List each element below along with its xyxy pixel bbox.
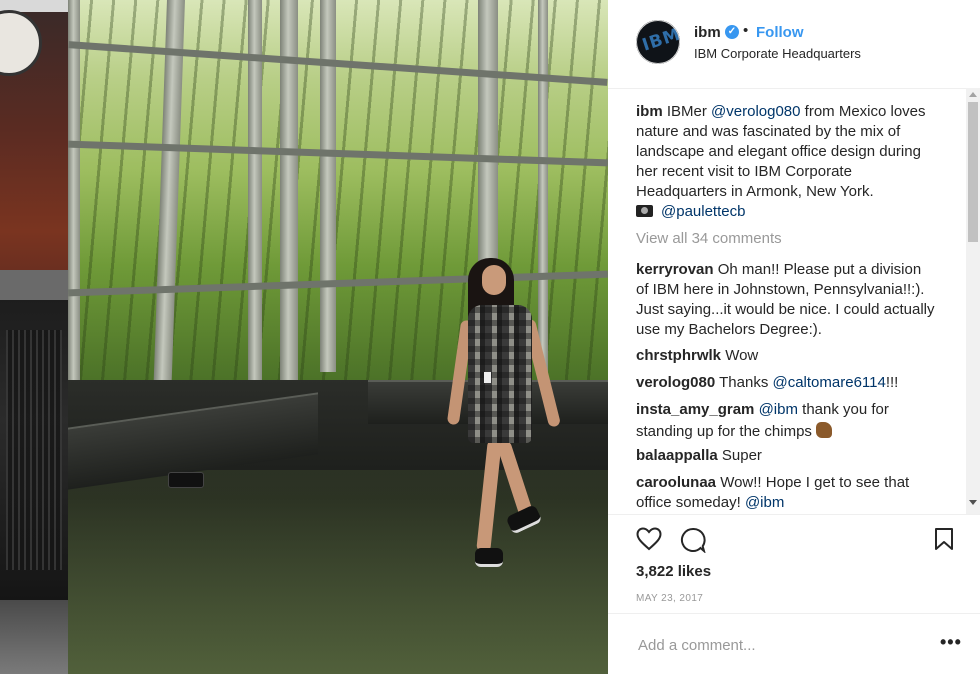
verified-badge-icon: ✓ <box>725 25 739 39</box>
comment: balaappalla Super <box>636 446 936 466</box>
post-side-panel: IBM ibm ✓ • Follow IBM Corporate Headqua… <box>608 0 980 674</box>
post-username[interactable]: ibm <box>694 24 721 41</box>
comment-icon[interactable] <box>680 527 706 558</box>
caption-mention[interactable]: @verolog080 <box>711 103 800 120</box>
comment-username[interactable]: caroolunaa <box>636 474 716 491</box>
heart-icon[interactable] <box>636 527 662 556</box>
post-actions: 3,822 likes MAY 23, 2017 ••• <box>608 514 980 674</box>
comment-mention[interactable]: @ibm <box>759 401 798 418</box>
comments-list[interactable]: ibm IBMer @verolog080 from Mexico loves … <box>608 88 966 514</box>
comment-username[interactable]: balaappalla <box>636 447 718 464</box>
avatar[interactable]: IBM <box>636 20 680 64</box>
previous-post-peek[interactable] <box>0 0 68 674</box>
comment-text: !!! <box>885 374 899 391</box>
post-date: MAY 23, 2017 <box>636 593 704 604</box>
comment: chrstphrwlk Wow <box>636 346 936 366</box>
person-dress-pattern <box>468 305 532 443</box>
separator-dot: • <box>743 22 749 39</box>
add-comment-input[interactable] <box>636 632 930 658</box>
chipmunk-emoji <box>816 422 833 438</box>
post-photo[interactable] <box>68 0 608 674</box>
camera-icon <box>636 205 653 217</box>
caption-credit-mention[interactable]: @paulettecb <box>661 203 745 220</box>
comment-mention[interactable]: @caltomare6114 <box>772 374 885 391</box>
add-comment-row: ••• <box>608 613 980 674</box>
avatar-ring <box>636 20 680 64</box>
window-mullion <box>538 0 548 380</box>
strip-machinery <box>6 330 62 570</box>
caption-username[interactable]: ibm <box>636 103 663 120</box>
person-badge <box>484 372 491 383</box>
comment-username[interactable]: chrstphrwlk <box>636 347 721 364</box>
window-mullion <box>320 0 336 372</box>
comment-username[interactable]: insta_amy_gram <box>636 401 754 418</box>
location-link[interactable]: IBM Corporate Headquarters <box>694 46 861 61</box>
person-shoe <box>475 548 503 567</box>
desk-phone <box>168 472 204 488</box>
bookmark-icon[interactable] <box>934 527 954 556</box>
scrollbar-thumb[interactable] <box>968 102 978 242</box>
comment-text: Super <box>721 447 762 464</box>
strip-bottom <box>0 600 68 674</box>
window-mullion <box>68 0 80 440</box>
caption-text: IBMer <box>666 103 712 120</box>
comment-text: Wow <box>725 347 759 364</box>
scroll-down-arrow-icon[interactable] <box>969 500 977 505</box>
comment-username[interactable]: kerryrovan <box>636 261 714 278</box>
strip-grey-band <box>0 270 68 300</box>
post-caption: ibm IBMer @verolog080 from Mexico loves … <box>636 102 936 222</box>
post-header: IBM ibm ✓ • Follow IBM Corporate Headqua… <box>608 0 980 89</box>
comment: verolog080 Thanks @caltomare6114!!! <box>636 373 936 393</box>
likes-count[interactable]: 3,822 likes <box>636 563 711 580</box>
comment-username[interactable]: verolog080 <box>636 374 715 391</box>
comments-scrollbar[interactable] <box>966 88 980 514</box>
person-face <box>482 265 506 295</box>
comment-text: Thanks <box>719 374 773 391</box>
comment: insta_amy_gram @ibm thank you for standi… <box>636 400 936 442</box>
view-all-comments-link[interactable]: View all 34 comments <box>636 230 782 247</box>
comment: caroolunaa Wow!! Hope I get to see that … <box>636 473 936 513</box>
more-options-button[interactable]: ••• <box>940 632 962 653</box>
comment: kerryrovan Oh man!! Please put a divisio… <box>636 260 936 340</box>
scroll-up-arrow-icon[interactable] <box>969 92 977 97</box>
comment-mention[interactable]: @ibm <box>745 494 784 511</box>
follow-button[interactable]: Follow <box>756 24 804 41</box>
